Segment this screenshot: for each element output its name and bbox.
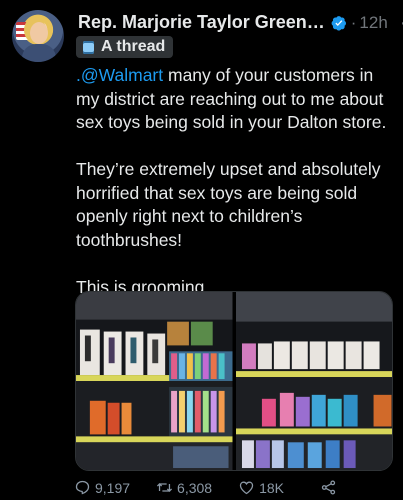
store-shelf-photo-left[interactable] xyxy=(76,292,233,470)
share-icon xyxy=(321,480,336,495)
store-shelf-photo-left-image xyxy=(76,292,233,470)
tweet-paragraph-2: They’re extremely upset and absolutely h… xyxy=(76,159,381,250)
thread-label: A thread xyxy=(101,38,166,55)
author-avatar[interactable] xyxy=(12,10,64,62)
retweet-count: 6,308 xyxy=(177,479,213,496)
reply-icon xyxy=(75,480,90,495)
heart-icon xyxy=(239,481,254,495)
tweet-text: .@Walmart many of your customers in my d… xyxy=(76,64,398,299)
tweet-timestamp[interactable]: 12h xyxy=(359,13,387,33)
reply-button[interactable]: 9,197 xyxy=(74,479,130,496)
flag-icon xyxy=(16,22,30,40)
store-shelf-photo-right-image xyxy=(235,292,392,470)
store-shelf-photo-right[interactable] xyxy=(235,292,392,470)
tweet-header: Rep. Marjorie Taylor Green… · 12h ··· xyxy=(78,12,403,33)
author-name[interactable]: Rep. Marjorie Taylor Green… xyxy=(78,12,325,33)
retweet-icon xyxy=(157,483,173,492)
verified-badge-icon xyxy=(331,15,346,31)
avatar-figure-body xyxy=(22,44,56,62)
tweet-actions: 9,197 6,308 18K xyxy=(74,479,374,496)
like-button[interactable]: 18K xyxy=(238,479,284,496)
share-button[interactable] xyxy=(320,479,341,496)
tweet-media[interactable] xyxy=(75,291,393,471)
retweet-button[interactable]: 6,308 xyxy=(156,479,212,496)
like-count: 18K xyxy=(259,479,285,496)
tweet[interactable]: Rep. Marjorie Taylor Green… · 12h ··· A … xyxy=(0,0,403,500)
separator-dot: · xyxy=(350,12,357,32)
thread-spool-icon xyxy=(83,40,94,54)
thread-badge[interactable]: A thread xyxy=(76,36,174,58)
reply-count: 9,197 xyxy=(95,479,131,496)
avatar-figure-face xyxy=(30,22,48,44)
mention-link[interactable]: .@Walmart xyxy=(76,65,163,85)
tweet-paragraph-1: .@Walmart many of your customers in my d… xyxy=(76,64,398,135)
